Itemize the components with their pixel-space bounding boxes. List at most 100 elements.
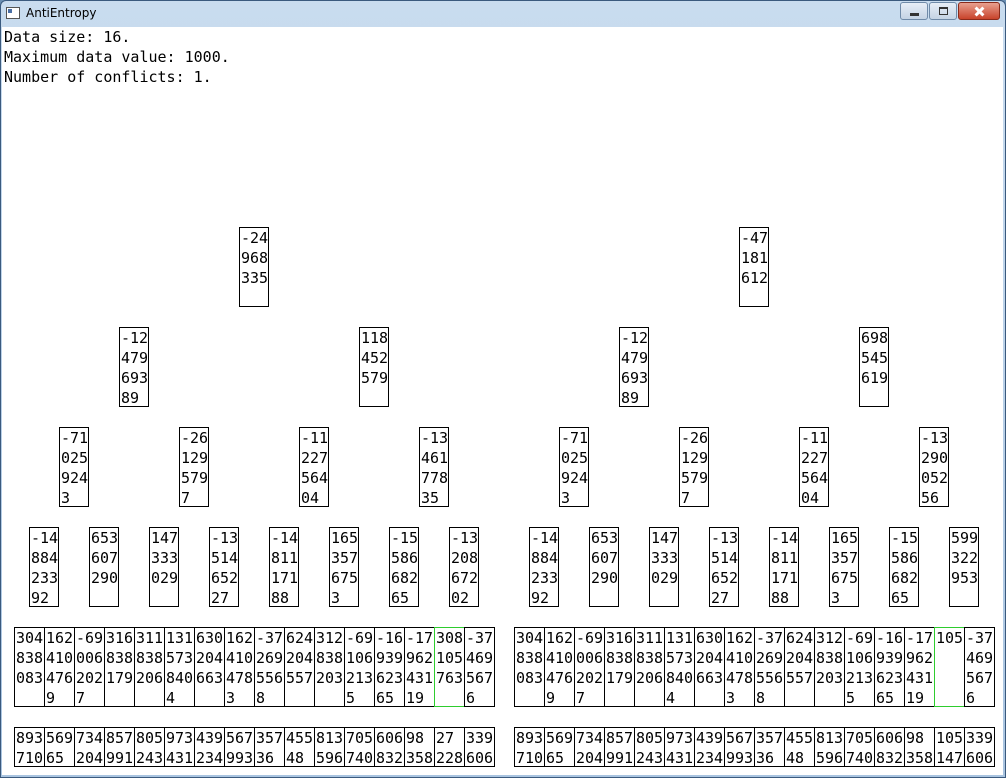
maximize-button[interactable] (929, 2, 957, 20)
tree-1-level3-hash: 653 607 290 (89, 527, 119, 607)
tree-1-level3-hash: -13 208 672 02 (449, 527, 479, 607)
tree-1-data-value: 569 65 (44, 727, 75, 767)
tree-2-data-value: 973 431 (664, 727, 695, 767)
tree-1-data-value: 567 993 (224, 727, 255, 767)
tree-1-leaf-hash: 624 204 557 (284, 627, 315, 707)
tree-1-data-value: 339 606 (464, 727, 495, 767)
tree-1-level3-hash: -15 586 682 65 (389, 527, 419, 607)
tree-1-data-value: 606 832 (374, 727, 405, 767)
tree-1-leaf-hash: -16 939 623 65 (374, 627, 405, 707)
tree-2-data-value: 857 991 (604, 727, 635, 767)
window-title: AntiEntropy (26, 6, 97, 20)
tree-2-data-value: 98 358 (904, 727, 935, 767)
tree-1-level3-hash: 147 333 029 (149, 527, 179, 607)
tree-1-data-value: 734 204 (74, 727, 105, 767)
tree-2-data-value: 734 204 (574, 727, 605, 767)
tree-2-level3-hash: 653 607 290 (589, 527, 619, 607)
tree-1-data-value: 455 48 (284, 727, 315, 767)
tree-2-leaf-hash: -37 469 567 6 (964, 627, 995, 707)
tree-1-leaf-hash: 311 838 206 (134, 627, 165, 707)
tree-1-leaf-hash: -17 962 431 19 (404, 627, 435, 707)
tree-1-leaf-hash: -37 469 567 6 (464, 627, 495, 707)
tree-2-data-value: 357 36 (754, 727, 785, 767)
tree-1-level2-hash: -71 025 924 3 (59, 427, 89, 507)
tree-2-leaf-hash: -16 939 623 65 (874, 627, 905, 707)
tree-2-data-value: 606 832 (874, 727, 905, 767)
tree-2-level2-hash: -26 129 579 7 (679, 427, 709, 507)
tree-2-data-value: 455 48 (784, 727, 815, 767)
tree-1-leaf-hash: 162 410 478 3 (224, 627, 255, 707)
tree-2-leaf-hash: 105 (934, 627, 965, 707)
tree-1-level2-hash: -11 227 564 04 (299, 427, 329, 507)
tree-2-level1-hash: -12 479 693 89 (619, 327, 649, 407)
tree-2-level3-hash: -15 586 682 65 (889, 527, 919, 607)
tree-2-level1-hash: 698 545 619 (859, 327, 889, 407)
tree-1-leaf-hash: 316 838 179 (104, 627, 135, 707)
canvas-area: Data size: 16. Maximum data value: 1000.… (2, 27, 1003, 775)
tree-1-data-value: 98 358 (404, 727, 435, 767)
tree-1-data-value: 805 243 (134, 727, 165, 767)
tree-2-leaf-hash: 304 838 083 (514, 627, 545, 707)
tree-2-root-hash: -47 181 612 (739, 227, 769, 307)
tree-2-leaf-hash: 162 410 478 3 (724, 627, 755, 707)
tree-1-leaf-hash: -37 269 556 8 (254, 627, 285, 707)
tree-2-data-value: 105 147 (934, 727, 965, 767)
tree-1-leaf-hash: 308 105 763 (434, 627, 465, 707)
tree-2-level3-hash: -14 884 233 92 (529, 527, 559, 607)
tree-2-leaf-hash: 624 204 557 (784, 627, 815, 707)
tree-2-level3-hash: 147 333 029 (649, 527, 679, 607)
tree-2-leaf-hash: 162 410 476 9 (544, 627, 575, 707)
tree-1-leaf-hash: -69 106 213 5 (344, 627, 375, 707)
tree-2-data-value: 805 243 (634, 727, 665, 767)
tree-2-leaf-hash: 311 838 206 (634, 627, 665, 707)
window-controls (899, 2, 1000, 20)
tree-1-data-value: 705 740 (344, 727, 375, 767)
tree-1-leaf-hash: 630 204 663 (194, 627, 225, 707)
tree-2-level3-hash: 165 357 675 3 (829, 527, 859, 607)
tree-2-leaf-hash: 316 838 179 (604, 627, 635, 707)
tree-2-leaf-hash: 630 204 663 (694, 627, 725, 707)
tree-1-leaf-hash: -69 006 202 7 (74, 627, 105, 707)
tree-2-leaf-hash: 312 838 203 (814, 627, 845, 707)
title-bar[interactable]: AntiEntropy (1, 1, 1005, 27)
tree-1-data-value: 813 596 (314, 727, 345, 767)
tree-2-level2-hash: -13 290 052 56 (919, 427, 949, 507)
tree-1-data-value: 973 431 (164, 727, 195, 767)
tree-1-level1-hash: 118 452 579 (359, 327, 389, 407)
tree-2-level3-hash: -14 811 171 88 (769, 527, 799, 607)
app-window-icon (6, 7, 20, 19)
max-value-text: Maximum data value: 1000. (4, 48, 230, 66)
tree-2-level3-hash: 599 322 953 (949, 527, 979, 607)
tree-2-leaf-hash: -37 269 556 8 (754, 627, 785, 707)
tree-2-leaf-hash: -17 962 431 19 (904, 627, 935, 707)
tree-2-data-value: 813 596 (814, 727, 845, 767)
tree-1-root-hash: -24 968 335 (239, 227, 269, 307)
tree-1-leaf-hash: 131 573 840 4 (164, 627, 195, 707)
tree-1-leaf-hash: 162 410 476 9 (44, 627, 75, 707)
conflicts-text: Number of conflicts: 1. (4, 68, 212, 86)
tree-1-data-value: 357 36 (254, 727, 285, 767)
tree-2-data-value: 569 65 (544, 727, 575, 767)
tree-1-level3-hash: 165 357 675 3 (329, 527, 359, 607)
app-window: AntiEntropy Data size: 16. Maximum data … (0, 0, 1006, 778)
tree-2-level3-hash: -13 514 652 27 (709, 527, 739, 607)
tree-1-level1-hash: -12 479 693 89 (119, 327, 149, 407)
tree-1-level3-hash: -13 514 652 27 (209, 527, 239, 607)
tree-2-data-value: 339 606 (964, 727, 995, 767)
data-size-text: Data size: 16. (4, 28, 131, 46)
tree-1-data-value: 439 234 (194, 727, 225, 767)
tree-1-leaf-hash: 312 838 203 (314, 627, 345, 707)
close-button[interactable] (958, 2, 1000, 20)
tree-2-level2-hash: -11 227 564 04 (799, 427, 829, 507)
tree-2-data-value: 893 710 (514, 727, 545, 767)
tree-2-leaf-hash: -69 106 213 5 (844, 627, 875, 707)
tree-2-data-value: 567 993 (724, 727, 755, 767)
tree-2-leaf-hash: 131 573 840 4 (664, 627, 695, 707)
tree-1-data-value: 857 991 (104, 727, 135, 767)
tree-1-level2-hash: -13 461 778 35 (419, 427, 449, 507)
minimize-button[interactable] (900, 2, 928, 20)
tree-2-leaf-hash: -69 006 202 7 (574, 627, 605, 707)
tree-2-data-value: 705 740 (844, 727, 875, 767)
tree-1-level3-hash: -14 811 171 88 (269, 527, 299, 607)
tree-1-level3-hash: -14 884 233 92 (29, 527, 59, 607)
